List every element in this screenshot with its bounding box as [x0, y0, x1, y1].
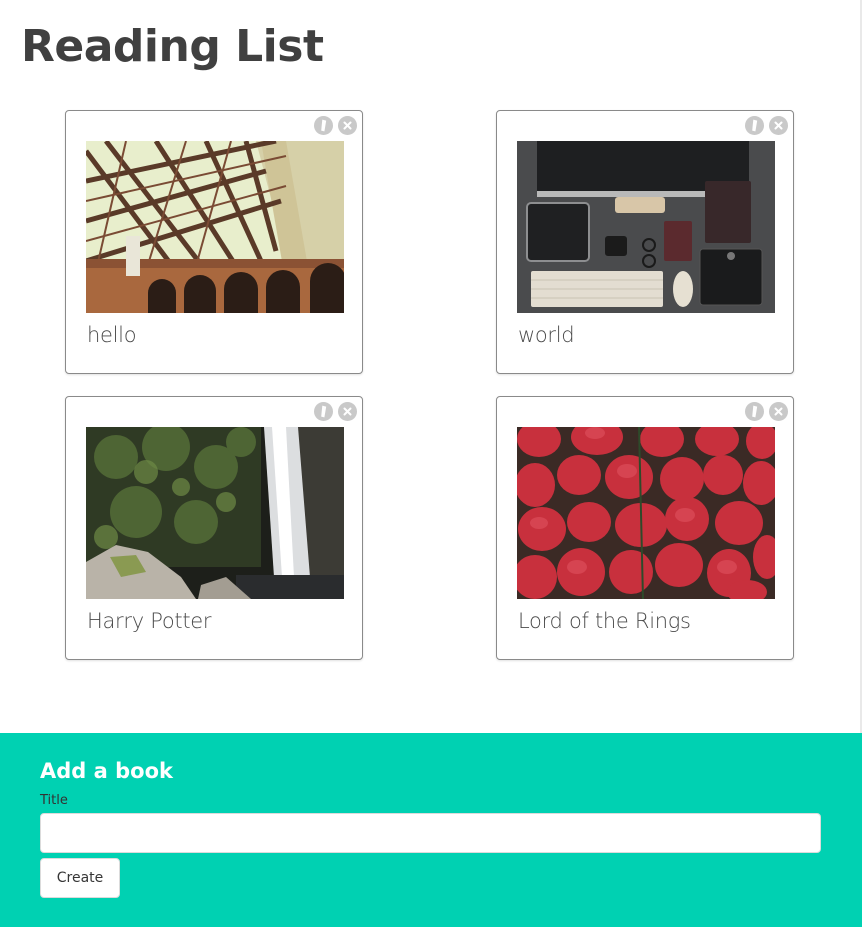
page-title: Reading List — [21, 21, 324, 72]
book-title: Harry Potter — [87, 609, 212, 633]
pencil-icon[interactable] — [314, 402, 333, 421]
strawberries-photo — [517, 427, 775, 599]
close-icon[interactable] — [769, 116, 788, 135]
close-icon[interactable] — [338, 116, 357, 135]
book-title: hello — [87, 323, 137, 347]
book-card: world — [496, 110, 794, 374]
pencil-icon[interactable] — [745, 116, 764, 135]
bridge-photo — [86, 141, 344, 313]
waterfall-photo — [86, 427, 344, 599]
book-card: Harry Potter — [65, 396, 363, 660]
title-label: Title — [40, 793, 68, 808]
title-input[interactable] — [40, 813, 821, 853]
desk-setup-photo — [517, 141, 775, 313]
form-heading: Add a book — [40, 759, 173, 783]
pencil-icon[interactable] — [314, 116, 333, 135]
close-icon[interactable] — [338, 402, 357, 421]
book-title: Lord of the Rings — [518, 609, 691, 633]
book-title: world — [518, 323, 575, 347]
book-card: hello — [65, 110, 363, 374]
add-book-form: Add a book Title Create — [0, 733, 862, 927]
create-button[interactable]: Create — [40, 858, 120, 898]
close-icon[interactable] — [769, 402, 788, 421]
book-card: Lord of the Rings — [496, 396, 794, 660]
pencil-icon[interactable] — [745, 402, 764, 421]
